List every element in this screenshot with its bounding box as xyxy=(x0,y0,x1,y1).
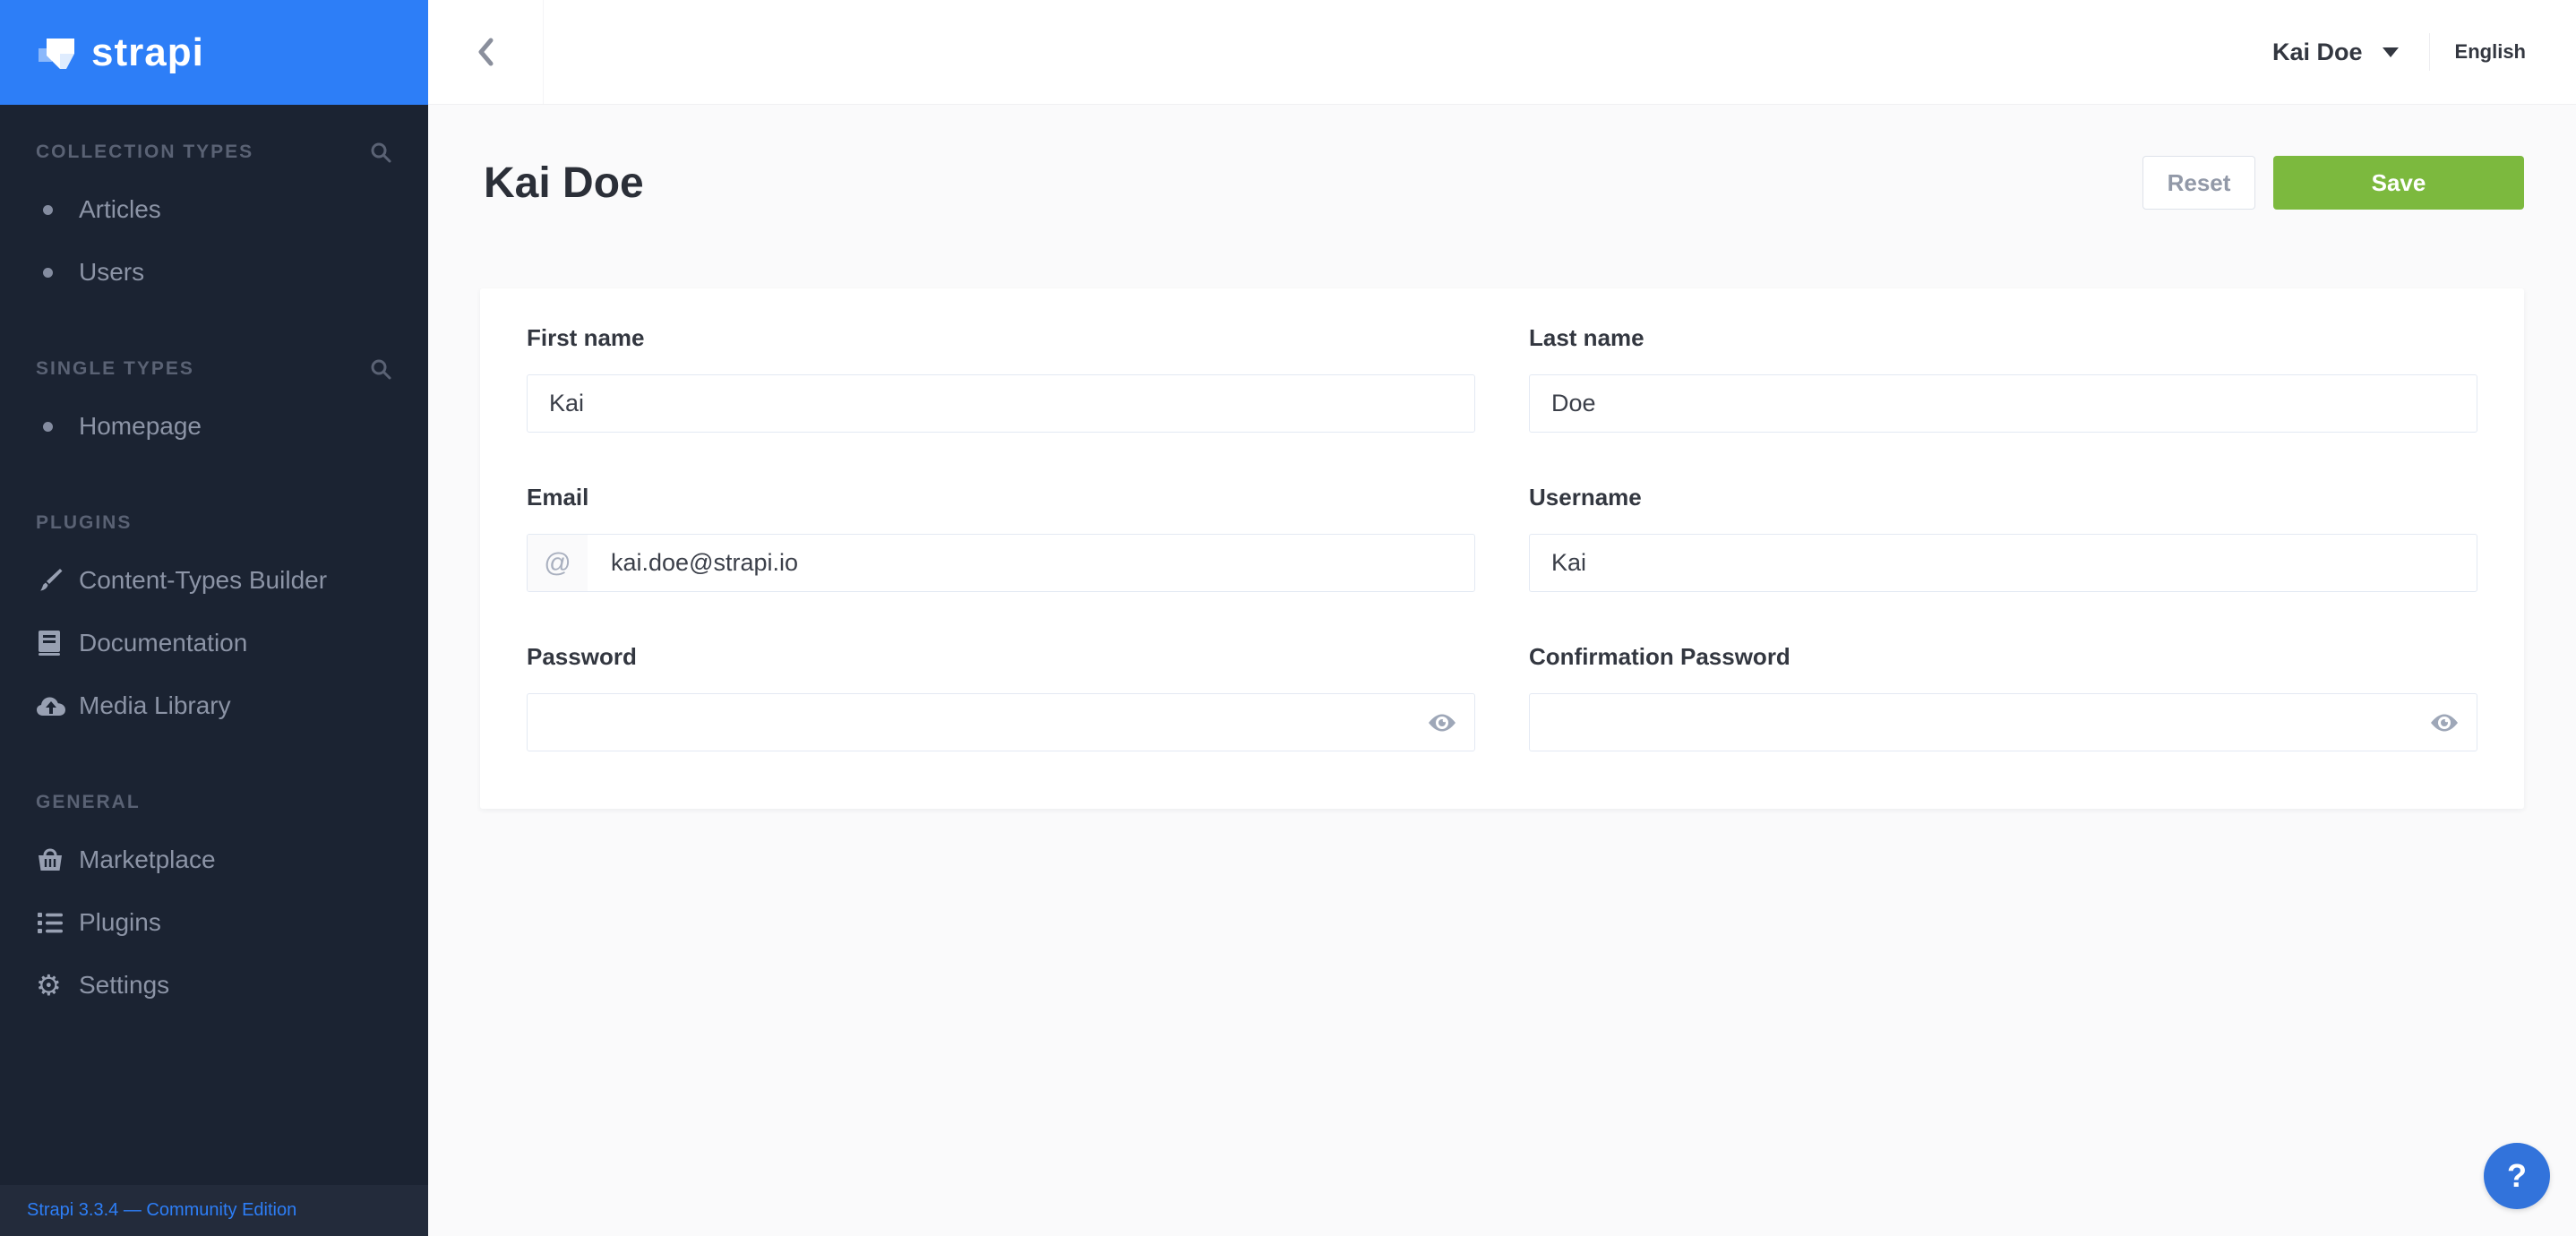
gear-icon: ⚙ xyxy=(36,971,79,1000)
password-input[interactable] xyxy=(527,693,1475,751)
form-grid: First name Last name Email @ Usern xyxy=(527,324,2477,751)
sidebar-item-media-library[interactable]: Media Library xyxy=(0,687,428,725)
user-menu[interactable]: Kai Doe xyxy=(2272,39,2399,66)
section-label: COLLECTION TYPES xyxy=(36,142,253,163)
section-single-types: SINGLE TYPES xyxy=(0,356,428,382)
confirmation-password-input[interactable] xyxy=(1529,693,2477,751)
save-button[interactable]: Save xyxy=(2273,156,2524,210)
reset-button[interactable]: Reset xyxy=(2142,156,2255,210)
sidebar-item-label: Plugins xyxy=(79,908,161,937)
back-button[interactable] xyxy=(428,0,544,104)
page-title: Kai Doe xyxy=(484,159,644,208)
chevron-down-icon xyxy=(2383,47,2399,57)
field-confirmation-password: Confirmation Password xyxy=(1529,643,2477,751)
main-content: Kai Doe Reset Save First name Last name … xyxy=(428,105,2576,1236)
sidebar-item-documentation[interactable]: Documentation xyxy=(0,624,428,662)
section-label: SINGLE TYPES xyxy=(36,358,194,380)
section-general: GENERAL xyxy=(0,789,428,816)
sidebar-item-label: Media Library xyxy=(79,691,231,720)
strapi-logo[interactable]: strapi xyxy=(0,0,428,105)
brand-name: strapi xyxy=(91,30,204,75)
user-form-card: First name Last name Email @ Usern xyxy=(480,288,2524,809)
sidebar-item-label: Marketplace xyxy=(79,845,216,874)
first-name-input[interactable] xyxy=(527,374,1475,433)
version-link[interactable]: Strapi 3.3.4 — Community Edition xyxy=(27,1200,296,1221)
sidebar-footer: Strapi 3.3.4 — Community Edition xyxy=(0,1185,428,1236)
field-last-name: Last name xyxy=(1529,324,2477,433)
search-icon[interactable] xyxy=(369,141,392,169)
sidebar-item-marketplace[interactable]: Marketplace xyxy=(0,841,428,879)
section-plugins: PLUGINS xyxy=(0,510,428,536)
book-icon xyxy=(36,629,79,657)
bullet-icon xyxy=(36,205,79,215)
cloud-upload-icon xyxy=(36,694,79,717)
sidebar-item-label: Documentation xyxy=(79,629,247,657)
field-email: Email @ xyxy=(527,484,1475,592)
eye-icon[interactable] xyxy=(2429,712,2460,734)
field-label: Confirmation Password xyxy=(1529,643,2477,670)
section-collection-types: COLLECTION TYPES xyxy=(0,139,428,166)
field-label: Username xyxy=(1529,484,2477,511)
section-label: PLUGINS xyxy=(36,512,132,534)
bullet-icon xyxy=(36,422,79,432)
field-password: Password xyxy=(527,643,1475,751)
eye-icon[interactable] xyxy=(1427,712,1457,734)
basket-icon xyxy=(36,846,79,873)
language-selector[interactable]: English xyxy=(2455,40,2526,64)
question-mark-icon: ? xyxy=(2507,1157,2527,1195)
field-label: Password xyxy=(527,643,1475,670)
topbar-right: Kai Doe English xyxy=(2272,33,2576,71)
field-first-name: First name xyxy=(527,324,1475,433)
head-actions: Reset Save xyxy=(2142,156,2524,210)
section-label: GENERAL xyxy=(36,792,141,813)
at-sign-icon: @ xyxy=(528,535,588,591)
help-button[interactable]: ? xyxy=(2484,1143,2550,1209)
field-username: Username xyxy=(1529,484,2477,592)
field-label: Last name xyxy=(1529,324,2477,351)
sidebar-item-articles[interactable]: Articles xyxy=(0,191,428,228)
search-icon[interactable] xyxy=(369,357,392,386)
chevron-left-icon xyxy=(475,36,496,68)
sidebar-item-label: Content-Types Builder xyxy=(79,566,327,595)
list-icon xyxy=(36,910,79,935)
user-name: Kai Doe xyxy=(2272,39,2363,66)
sidebar-item-label: Homepage xyxy=(79,412,202,441)
bullet-icon xyxy=(36,268,79,278)
last-name-input[interactable] xyxy=(1529,374,2477,433)
paintbrush-icon xyxy=(36,566,79,595)
sidebar-item-label: Articles xyxy=(79,195,161,224)
sidebar-item-plugins[interactable]: Plugins xyxy=(0,904,428,941)
sidebar-item-label: Settings xyxy=(79,971,169,1000)
strapi-logo-icon xyxy=(36,31,77,74)
sidebar-item-label: Users xyxy=(79,258,144,287)
field-label: Email xyxy=(527,484,1475,511)
divider xyxy=(2429,33,2430,71)
email-input[interactable] xyxy=(588,535,1474,591)
field-label: First name xyxy=(527,324,1475,351)
topbar: Kai Doe English xyxy=(428,0,2576,105)
sidebar-item-users[interactable]: Users xyxy=(0,253,428,291)
sidebar: strapi COLLECTION TYPES Articles Users S… xyxy=(0,0,428,1236)
sidebar-item-settings[interactable]: ⚙ Settings xyxy=(0,966,428,1004)
sidebar-item-homepage[interactable]: Homepage xyxy=(0,408,428,445)
page-head: Kai Doe Reset Save xyxy=(428,105,2576,210)
username-input[interactable] xyxy=(1529,534,2477,592)
sidebar-item-content-types-builder[interactable]: Content-Types Builder xyxy=(0,562,428,599)
